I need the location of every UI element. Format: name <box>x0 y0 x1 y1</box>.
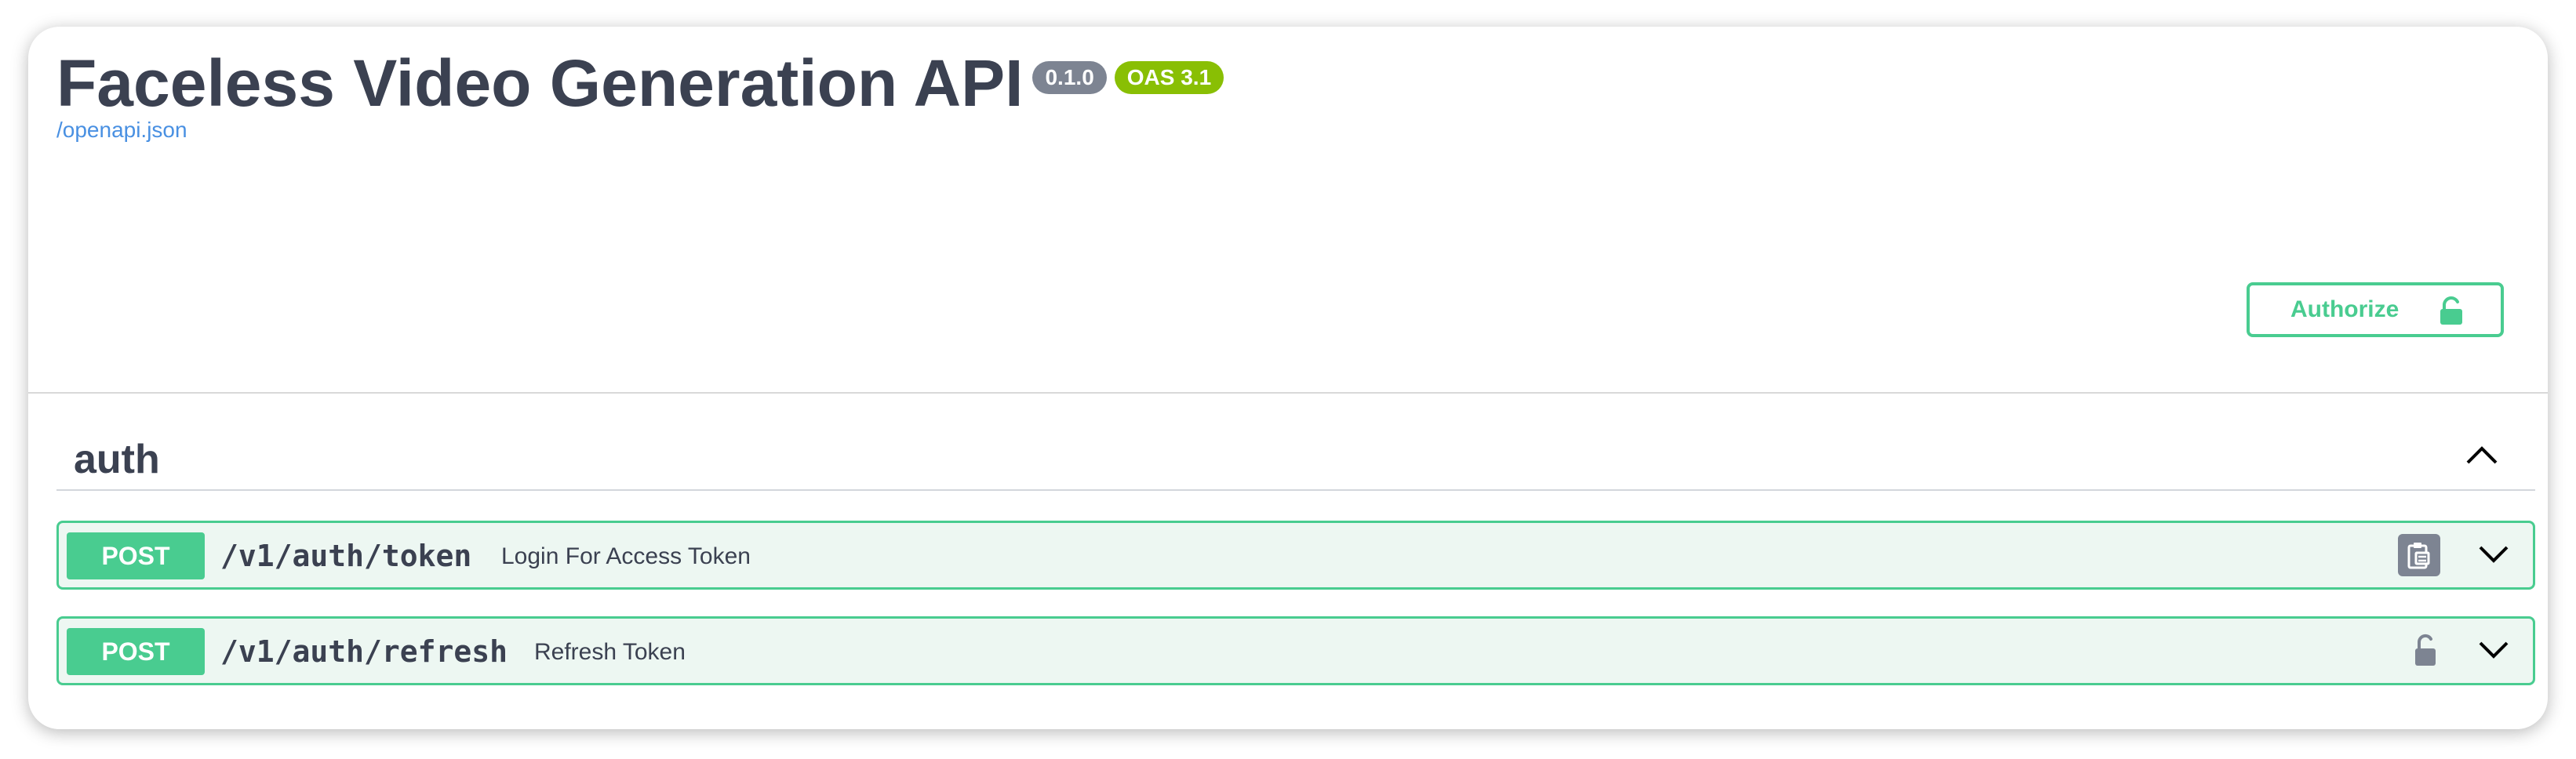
page-title: Faceless Video Generation API <box>56 46 1024 120</box>
operation-post-auth-token[interactable]: POST /v1/auth/token Login For Access Tok… <box>56 521 2535 590</box>
api-info-card: Faceless Video Generation API 0.1.0 OAS … <box>28 27 2548 729</box>
authorize-label: Authorize <box>2290 296 2400 322</box>
operation-path: /v1/auth/token <box>220 539 472 573</box>
lock-open-icon[interactable] <box>2412 633 2439 667</box>
operation-path: /v1/auth/refresh <box>220 634 508 669</box>
section-divider <box>28 392 2548 394</box>
oas-badge: OAS 3.1 <box>1114 61 1224 94</box>
chevron-up-icon[interactable] <box>2465 442 2499 466</box>
chevron-down-icon[interactable] <box>2478 639 2509 661</box>
operation-post-auth-refresh[interactable]: POST /v1/auth/refresh Refresh Token <box>56 616 2535 685</box>
method-badge: POST <box>67 628 205 675</box>
version-badge: 0.1.0 <box>1032 61 1107 94</box>
title-row: Faceless Video Generation API 0.1.0 OAS … <box>56 45 1224 122</box>
copy-icon <box>2407 543 2430 569</box>
operation-summary: Refresh Token <box>534 639 686 665</box>
operation-summary: Login For Access Token <box>501 543 751 569</box>
chevron-down-icon[interactable] <box>2478 543 2509 565</box>
copy-button[interactable] <box>2398 534 2440 576</box>
authorize-button[interactable]: Authorize <box>2247 282 2504 337</box>
openapi-json-link[interactable]: /openapi.json <box>56 118 187 143</box>
tag-title: auth <box>74 437 160 482</box>
method-badge: POST <box>67 532 205 579</box>
lock-open-icon <box>2440 296 2462 325</box>
tag-header-auth[interactable]: auth <box>56 427 2535 491</box>
